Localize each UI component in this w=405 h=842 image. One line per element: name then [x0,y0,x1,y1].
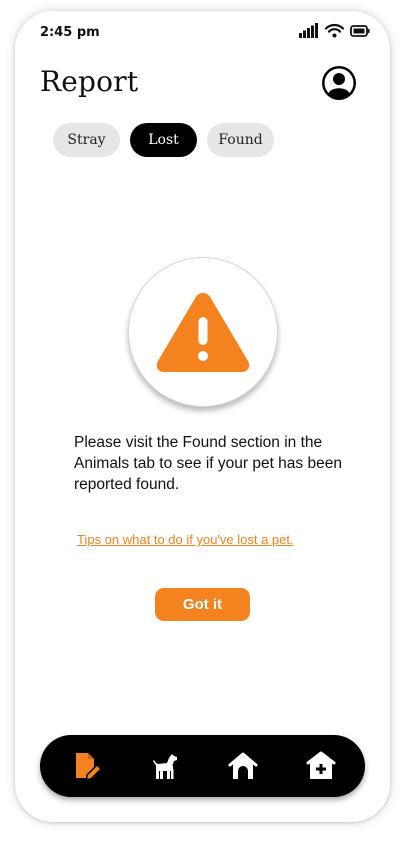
info-message: Please visit the Found section in the An… [74,434,342,493]
shelter-icon[interactable] [306,751,336,781]
bottom-nav [40,735,365,797]
tab-stray[interactable]: Stray [53,123,120,157]
lost-pet-tips-link[interactable]: Tips on what to do if you've lost a pet. [77,532,317,547]
warning-icon [156,293,250,372]
report-type-tabs: Stray Lost Found [53,123,274,157]
status-icons [299,23,370,38]
report-icon[interactable] [73,751,103,781]
wifi-icon [325,23,344,38]
home-icon[interactable] [228,751,258,781]
signal-icon [299,23,318,38]
status-bar: 2:45 pm [15,11,390,51]
battery-icon [350,24,370,37]
dog-icon[interactable] [150,751,180,781]
phone-frame: 2:45 pm Report Stray Lost Found Please v… [15,11,390,822]
warning-badge [128,257,278,407]
status-time: 2:45 pm [40,25,100,40]
profile-avatar-icon[interactable] [322,66,356,100]
page-title: Report [40,65,139,98]
tab-lost[interactable]: Lost [130,123,197,157]
tab-found[interactable]: Found [207,123,274,157]
got-it-button[interactable]: Got it [155,588,250,621]
